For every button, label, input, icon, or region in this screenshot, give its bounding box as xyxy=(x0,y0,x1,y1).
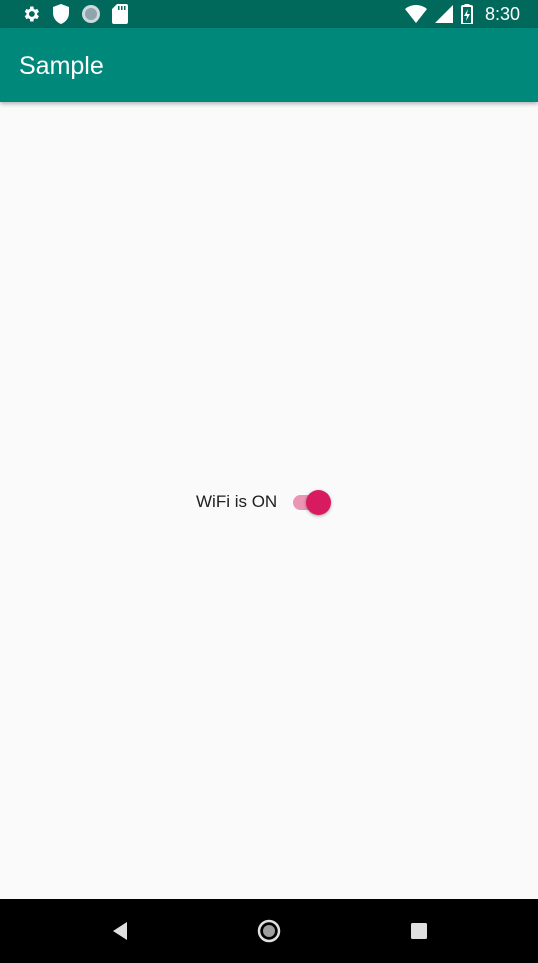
wifi-icon xyxy=(404,5,427,23)
main-content: WiFi is ON xyxy=(0,102,538,899)
navigation-bar xyxy=(0,899,538,963)
sd-card-icon xyxy=(112,4,128,24)
sync-circle-icon xyxy=(81,4,101,24)
switch-thumb xyxy=(306,490,332,515)
home-icon[interactable] xyxy=(249,899,289,963)
cell-signal-icon xyxy=(434,5,453,23)
back-icon[interactable] xyxy=(100,899,140,963)
status-bar: 8:30 xyxy=(0,0,538,28)
status-right-icons: 8:30 xyxy=(404,3,520,25)
settings-gear-icon xyxy=(21,4,41,24)
app-bar: Sample xyxy=(0,28,538,102)
recents-icon[interactable] xyxy=(399,899,439,963)
wifi-status-label: WiFi is ON xyxy=(196,492,278,511)
app-title: Sample xyxy=(19,52,104,80)
status-left-icons xyxy=(21,3,139,25)
wifi-toggle-switch[interactable] xyxy=(291,488,335,516)
shield-icon xyxy=(52,4,70,24)
battery-charging-icon xyxy=(460,4,473,24)
status-clock: 8:30 xyxy=(484,3,520,24)
wifi-row: WiFi is ON xyxy=(196,486,335,518)
